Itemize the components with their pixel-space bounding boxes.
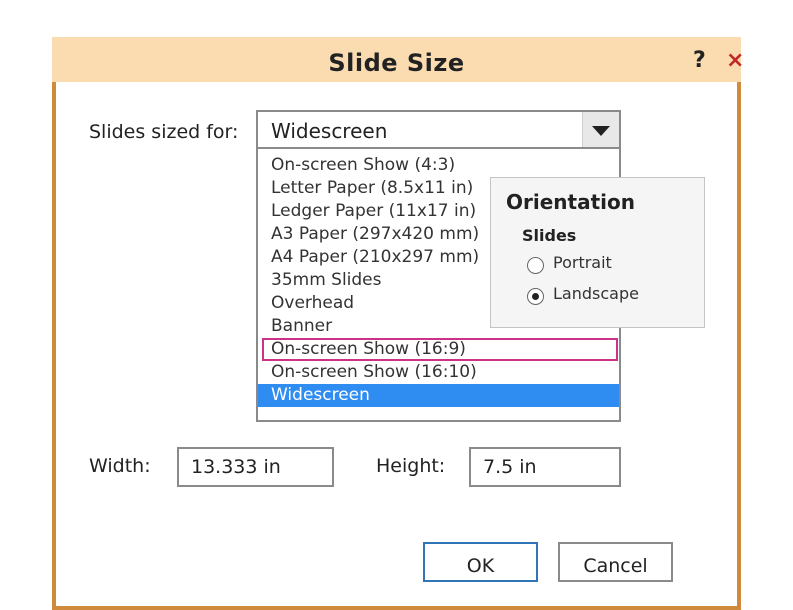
option-onscreen-16-9[interactable]: On-screen Show (16:9) bbox=[262, 338, 618, 361]
orientation-title: Orientation bbox=[506, 190, 635, 214]
help-button[interactable]: ? bbox=[693, 48, 706, 73]
slides-orientation-label: Slides bbox=[522, 226, 577, 245]
orientation-panel: Orientation Slides Portrait Landscape bbox=[490, 177, 705, 328]
height-input[interactable] bbox=[471, 449, 619, 485]
option-widescreen[interactable]: Widescreen bbox=[258, 384, 619, 407]
width-input[interactable] bbox=[179, 449, 332, 485]
width-label: Width: bbox=[89, 455, 151, 477]
chevron-down-icon bbox=[592, 126, 610, 136]
dialog-title: Slide Size bbox=[328, 49, 465, 77]
select-value: Widescreen bbox=[271, 119, 388, 143]
landscape-label[interactable]: Landscape bbox=[553, 284, 639, 303]
height-label: Height: bbox=[376, 455, 446, 477]
slides-sized-for-select[interactable]: Widescreen bbox=[256, 110, 621, 149]
dropdown-arrow-button[interactable] bbox=[582, 112, 619, 147]
ok-button[interactable]: OK bbox=[423, 542, 538, 582]
portrait-label[interactable]: Portrait bbox=[553, 253, 612, 272]
title-bar: Slide Size ? × bbox=[52, 37, 744, 82]
width-field[interactable] bbox=[177, 447, 334, 487]
portrait-radio[interactable] bbox=[527, 257, 544, 274]
landscape-radio[interactable] bbox=[527, 288, 544, 305]
cancel-button[interactable]: Cancel bbox=[558, 542, 673, 582]
height-field[interactable] bbox=[469, 447, 621, 487]
close-icon[interactable]: × bbox=[726, 50, 744, 72]
option-onscreen-16-10[interactable]: On-screen Show (16:10) bbox=[258, 361, 619, 384]
option-onscreen-4-3[interactable]: On-screen Show (4:3) bbox=[258, 154, 619, 177]
slides-sized-for-label: Slides sized for: bbox=[89, 121, 239, 143]
